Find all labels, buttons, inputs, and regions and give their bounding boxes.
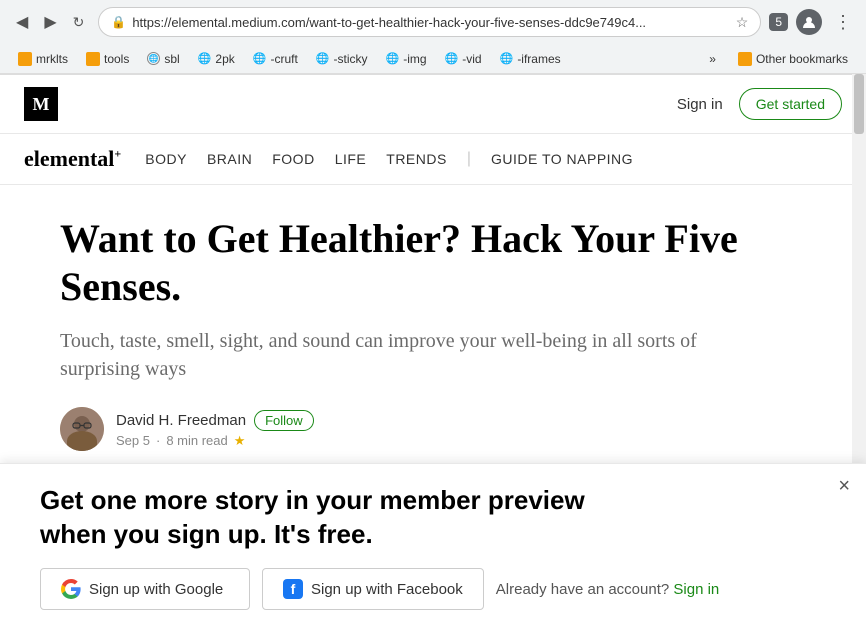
bookmark-img[interactable]: 🌐 -img — [378, 49, 435, 69]
nav-body[interactable]: BODY — [145, 151, 187, 167]
publication-nav: elemental+ BODY BRAIN FOOD LIFE TRENDS |… — [0, 134, 866, 185]
bookmark-sticky[interactable]: 🌐 -sticky — [308, 49, 376, 69]
forward-button[interactable]: ▶ — [38, 8, 62, 36]
bookmark-label: 2pk — [215, 52, 234, 66]
reload-button[interactable]: ↻ — [67, 10, 91, 35]
bookmark-iframes[interactable]: 🌐 -iframes — [492, 49, 569, 69]
author-avatar[interactable] — [60, 407, 104, 451]
other-bookmarks[interactable]: Other bookmarks — [730, 49, 856, 69]
globe-icon: 🌐 — [253, 52, 267, 65]
bookmark-2pk[interactable]: 🌐 2pk — [190, 49, 243, 69]
follow-button[interactable]: Follow — [254, 410, 314, 431]
signin-link-banner[interactable]: Sign in — [673, 581, 719, 598]
signup-banner: × Get one more story in your member prev… — [0, 463, 866, 634]
bookmark-label: -vid — [462, 52, 481, 66]
extensions-button[interactable]: 5 — [769, 13, 788, 31]
bookmark-label: -cruft — [270, 52, 297, 66]
more-options-button[interactable]: ⋮ — [830, 8, 856, 37]
pub-logo-text: elemental — [24, 146, 114, 171]
browser-actions: 5 ⋮ — [769, 8, 856, 37]
close-button[interactable]: × — [838, 476, 850, 496]
bookmark-folder-icon — [86, 52, 100, 66]
banner-title: Get one more story in your member previe… — [40, 484, 640, 552]
nav-divider: | — [467, 150, 471, 168]
nav-buttons: ◀ ▶ ↻ — [10, 8, 90, 36]
already-label: Already have an account? — [496, 581, 669, 598]
google-btn-label: Sign up with Google — [89, 581, 223, 598]
pub-logo-sup: + — [114, 147, 121, 161]
globe-icon: 🌐 — [386, 52, 400, 65]
article-area: Want to Get Healthier? Hack Your Five Se… — [0, 185, 800, 451]
author-meta: David H. Freedman Follow Sep 5 · 8 min r… — [116, 410, 314, 449]
header-right: Sign in Get started — [677, 88, 842, 120]
back-button[interactable]: ◀ — [10, 8, 34, 36]
nav-food[interactable]: FOOD — [272, 151, 314, 167]
bookmarks-bar: mrklts tools 🌐 sbl 🌐 2pk 🌐 -cruft 🌐 -sti… — [0, 44, 866, 74]
bookmark-star-icon[interactable]: ☆ — [736, 14, 749, 31]
browser-chrome: ◀ ▶ ↻ 🔒 https://elemental.medium.com/wan… — [0, 0, 866, 75]
bookmark-sbl[interactable]: 🌐 sbl — [139, 49, 187, 69]
bookmark-label: tools — [104, 52, 129, 66]
bookmark-tools[interactable]: tools — [78, 49, 137, 69]
nav-life[interactable]: LIFE — [335, 151, 367, 167]
bookmark-label: -iframes — [517, 52, 560, 66]
more-bookmarks-button[interactable]: » — [701, 49, 724, 69]
author-name[interactable]: David H. Freedman — [116, 412, 246, 429]
date-text: Sep 5 — [116, 433, 150, 448]
read-time: 8 min read — [166, 433, 227, 448]
bookmark-mrklts[interactable]: mrklts — [10, 49, 76, 69]
medium-logo[interactable]: M — [24, 87, 58, 121]
medium-header: M Sign in Get started — [0, 75, 866, 134]
google-signup-button[interactable]: Sign up with Google — [40, 568, 250, 610]
more-chevron: » — [709, 52, 716, 66]
page-content: M Sign in Get started elemental+ BODY BR… — [0, 75, 866, 451]
bookmark-label: -sticky — [334, 52, 368, 66]
facebook-signup-button[interactable]: f Sign up with Facebook — [262, 568, 484, 610]
article-subtitle: Touch, taste, smell, sight, and sound ca… — [60, 327, 740, 383]
nav-brain[interactable]: BRAIN — [207, 151, 252, 167]
bookmark-label: mrklts — [36, 52, 68, 66]
author-row: David H. Freedman Follow Sep 5 · 8 min r… — [60, 407, 740, 451]
date-separator: · — [156, 433, 160, 448]
lock-icon: 🔒 — [111, 15, 126, 29]
bookmark-folder-icon — [18, 52, 32, 66]
author-name-row: David H. Freedman Follow — [116, 410, 314, 431]
browser-toolbar: ◀ ▶ ↻ 🔒 https://elemental.medium.com/wan… — [0, 0, 866, 44]
address-text: https://elemental.medium.com/want-to-get… — [132, 15, 729, 30]
bookmarks-folder-icon — [738, 52, 752, 66]
bookmark-label: Other bookmarks — [756, 52, 848, 66]
bookmark-label: sbl — [164, 52, 179, 66]
address-bar[interactable]: 🔒 https://elemental.medium.com/want-to-g… — [98, 7, 761, 37]
already-account-text: Already have an account? Sign in — [496, 581, 720, 598]
publication-logo: elemental+ — [24, 146, 121, 172]
globe-icon: 🌐 — [316, 52, 330, 65]
signin-link[interactable]: Sign in — [677, 96, 723, 113]
bookmark-label: -img — [403, 52, 426, 66]
star-icon: ★ — [234, 433, 246, 449]
nav-guide[interactable]: GUIDE TO NAPPING — [491, 151, 633, 167]
facebook-btn-label: Sign up with Facebook — [311, 581, 463, 598]
address-bar-icons: ☆ — [736, 14, 749, 31]
nav-trends[interactable]: TRENDS — [386, 151, 447, 167]
globe-icon: 🌐 — [198, 52, 212, 65]
get-started-button[interactable]: Get started — [739, 88, 842, 120]
profile-button[interactable] — [796, 9, 822, 35]
banner-buttons: Sign up with Google f Sign up with Faceb… — [40, 568, 826, 610]
bookmark-vid[interactable]: 🌐 -vid — [437, 49, 490, 69]
bookmark-cruft[interactable]: 🌐 -cruft — [245, 49, 306, 69]
google-icon — [61, 579, 81, 599]
globe-icon: 🌐 — [500, 52, 514, 65]
globe-icon: 🌐 — [147, 52, 160, 65]
article-date: Sep 5 · 8 min read ★ — [116, 433, 314, 449]
article-title: Want to Get Healthier? Hack Your Five Se… — [60, 215, 740, 311]
scrollbar-thumb[interactable] — [854, 74, 864, 134]
globe-icon: 🌐 — [445, 52, 459, 65]
facebook-icon: f — [283, 579, 303, 599]
pub-nav-items: BODY BRAIN FOOD LIFE TRENDS | GUIDE TO N… — [145, 150, 633, 168]
